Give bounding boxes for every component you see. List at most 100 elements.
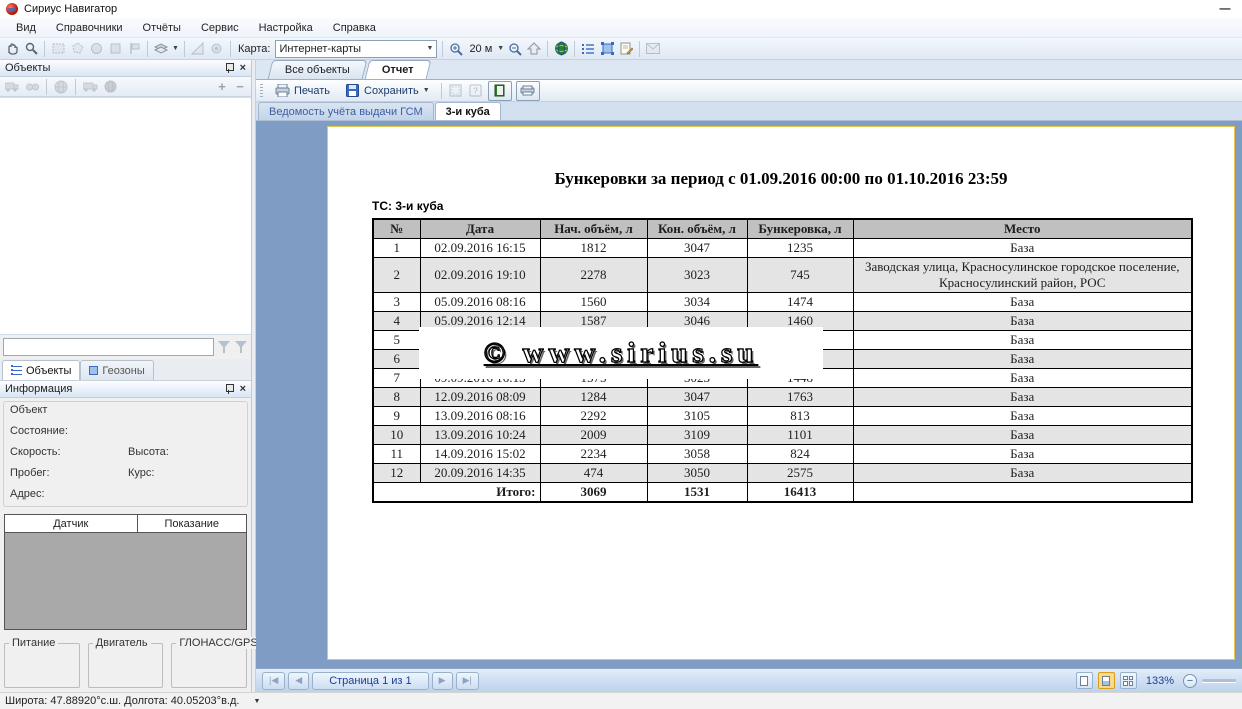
map-select[interactable]: Интернет-карты ▼ bbox=[275, 40, 437, 58]
first-page-button[interactable]: |◀ bbox=[262, 672, 285, 690]
cell-number: 3 bbox=[373, 293, 420, 312]
ruler-icon[interactable] bbox=[190, 41, 206, 57]
filter-icon[interactable] bbox=[218, 341, 231, 353]
page-setup-icon[interactable] bbox=[448, 83, 464, 99]
menu-item[interactable]: Сервис bbox=[191, 20, 249, 36]
toolbar-separator bbox=[184, 41, 185, 57]
layers-caret-icon[interactable]: ▼ bbox=[172, 45, 179, 52]
cell-date: 05.09.2016 08:16 bbox=[420, 293, 540, 312]
glonass-group-label: ГЛОНАСС/GPS bbox=[176, 637, 260, 649]
pin-icon[interactable] bbox=[225, 384, 233, 394]
report-view: Бункеровки за период с 01.09.2016 00:00 … bbox=[256, 121, 1242, 668]
next-page-button[interactable]: ▶ bbox=[432, 672, 453, 690]
flag-icon[interactable] bbox=[126, 41, 142, 57]
report-nav-bar: |◀ ◀ Страница 1 из 1 ▶ ▶| 133% − bbox=[256, 668, 1242, 692]
table-row: 10 13.09.2016 10:24 2009 3109 1101 База bbox=[373, 426, 1192, 445]
layers-icon[interactable] bbox=[153, 41, 169, 57]
tab-geozones[interactable]: Геозоны bbox=[80, 360, 153, 380]
status-bar: Широта: 47.88920°с.ш. Долгота: 40.05203°… bbox=[0, 692, 1242, 709]
menu-item[interactable]: Справка bbox=[323, 20, 386, 36]
notes-icon[interactable] bbox=[618, 41, 634, 57]
pin-icon[interactable] bbox=[225, 63, 233, 73]
status-groups: Питание Двигатель ГЛОНАСС/GPS bbox=[0, 634, 251, 692]
tab-objects[interactable]: Объекты bbox=[2, 360, 80, 380]
power-group: Питание bbox=[4, 643, 80, 688]
table-row: 11 14.09.2016 15:02 2234 3058 824 База bbox=[373, 445, 1192, 464]
watermark: © www.sirius.su bbox=[419, 327, 823, 379]
track-icon[interactable] bbox=[209, 41, 225, 57]
globe-small-icon[interactable] bbox=[102, 79, 118, 95]
binoculars-icon[interactable] bbox=[24, 79, 40, 95]
expand-all-icon[interactable]: + bbox=[215, 79, 229, 94]
info-object-label: Объект bbox=[10, 404, 241, 416]
toolbar-separator bbox=[75, 79, 76, 95]
single-page-icon bbox=[1080, 676, 1088, 686]
multi-page-view-button[interactable] bbox=[1120, 672, 1137, 689]
select-rect-icon[interactable] bbox=[50, 41, 66, 57]
cell-end-volume: 3034 bbox=[647, 293, 747, 312]
zoom-slider[interactable] bbox=[1202, 679, 1236, 682]
tab-vedomost[interactable]: Ведомость учёта выдачи ГСМ bbox=[258, 102, 434, 120]
truck-icon[interactable] bbox=[82, 79, 98, 95]
close-icon[interactable]: × bbox=[240, 384, 246, 394]
cell-place: База bbox=[853, 426, 1192, 445]
cell-date: 02.09.2016 19:10 bbox=[420, 258, 540, 293]
last-page-button[interactable]: ▶| bbox=[456, 672, 479, 690]
geozones-icon[interactable] bbox=[599, 41, 615, 57]
select-square-icon[interactable] bbox=[107, 41, 123, 57]
close-icon[interactable]: × bbox=[240, 63, 246, 73]
zoom-in-icon[interactable] bbox=[448, 41, 464, 57]
prev-page-button[interactable]: ◀ bbox=[288, 672, 309, 690]
cell-bunkering: 824 bbox=[747, 445, 853, 464]
toolbar-grip bbox=[260, 84, 263, 98]
show-on-map-icon[interactable] bbox=[53, 79, 69, 95]
zoom-out-icon[interactable] bbox=[507, 41, 523, 57]
table-row: 8 12.09.2016 08:09 1284 3047 1763 База bbox=[373, 388, 1192, 407]
tab-3-kuba[interactable]: 3-и куба bbox=[435, 102, 501, 120]
filter-input[interactable] bbox=[3, 338, 214, 356]
add-vehicle-icon[interactable] bbox=[4, 79, 20, 95]
help-icon[interactable]: ? bbox=[468, 83, 484, 99]
collapse-all-icon[interactable]: − bbox=[233, 79, 247, 94]
minimize-button[interactable]: — bbox=[1214, 3, 1236, 15]
single-page-view-button[interactable] bbox=[1076, 672, 1093, 689]
scale-caret-icon[interactable]: ▼ bbox=[497, 45, 504, 52]
menu-item[interactable]: Справочники bbox=[46, 20, 133, 36]
print-layout-toggle-button[interactable] bbox=[516, 81, 540, 101]
sensor-table-body bbox=[5, 533, 246, 629]
select-polygon-icon[interactable] bbox=[69, 41, 85, 57]
print-button[interactable]: Печать bbox=[269, 82, 335, 100]
col-number: № bbox=[373, 219, 420, 239]
tab-report[interactable]: Отчет bbox=[365, 60, 431, 79]
filter-clear-icon[interactable] bbox=[235, 341, 248, 353]
home-icon[interactable] bbox=[526, 41, 542, 57]
cell-date: 13.09.2016 10:24 bbox=[420, 426, 540, 445]
zoom-out-button[interactable]: − bbox=[1183, 674, 1197, 688]
menu-item[interactable]: Настройка bbox=[249, 20, 323, 36]
objects-list-icon[interactable] bbox=[580, 41, 596, 57]
cell-number: 7 bbox=[373, 369, 420, 388]
preview-toggle-button[interactable] bbox=[488, 81, 512, 101]
menu-item[interactable]: Вид bbox=[6, 20, 46, 36]
info-panel-header: Информация × bbox=[0, 381, 251, 398]
save-icon bbox=[344, 83, 360, 99]
table-row: 1 02.09.2016 16:15 1812 3047 1235 База bbox=[373, 239, 1192, 258]
zoom-tool-icon[interactable] bbox=[23, 41, 39, 57]
tab-all-objects[interactable]: Все объекты bbox=[268, 60, 368, 79]
fit-width-view-button[interactable] bbox=[1098, 672, 1115, 689]
globe-icon[interactable] bbox=[553, 41, 569, 57]
pan-hand-icon[interactable] bbox=[4, 41, 20, 57]
save-button[interactable]: Сохранить ▼ bbox=[339, 82, 435, 100]
cell-number: 10 bbox=[373, 426, 420, 445]
page-indicator-label: Страница 1 из 1 bbox=[319, 675, 421, 687]
menu-item[interactable]: Отчёты bbox=[133, 20, 191, 36]
mail-icon[interactable] bbox=[645, 41, 661, 57]
status-caret-icon[interactable]: ▼ bbox=[253, 698, 260, 705]
scale-value[interactable]: 20 м bbox=[467, 43, 494, 55]
cell-place: База bbox=[853, 388, 1192, 407]
table-row: 9 13.09.2016 08:16 2292 3105 813 База bbox=[373, 407, 1192, 426]
select-circle-icon[interactable] bbox=[88, 41, 104, 57]
map-select-caret-icon: ▼ bbox=[421, 45, 434, 52]
col-place: Место bbox=[853, 219, 1192, 239]
cell-bunkering: 1474 bbox=[747, 293, 853, 312]
